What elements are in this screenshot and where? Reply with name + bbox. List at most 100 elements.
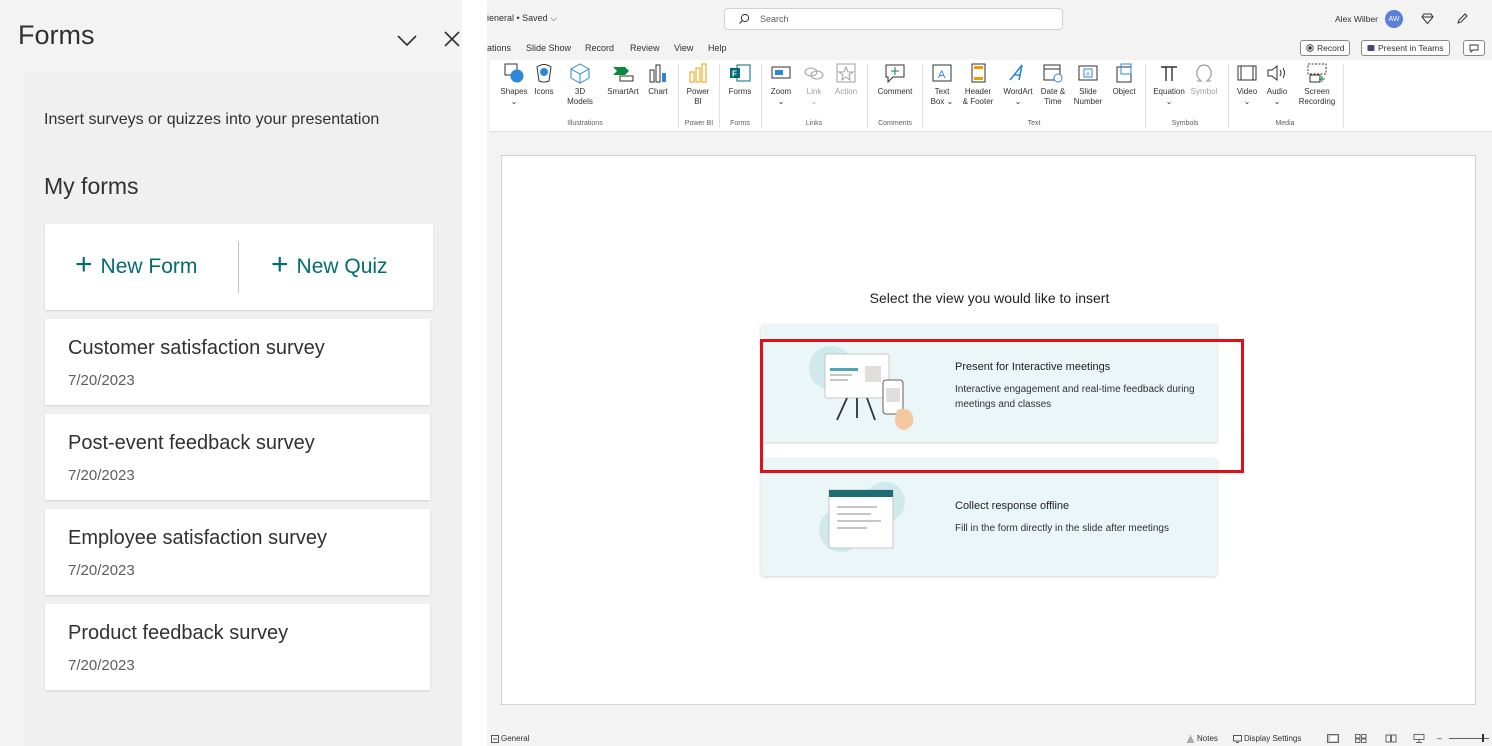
tab-help[interactable]: Help xyxy=(708,43,727,53)
slide-number-icon: # xyxy=(1078,65,1098,81)
zoom-out-icon[interactable]: – xyxy=(1437,733,1442,743)
sensitivity-text: General xyxy=(501,734,530,743)
reading-view-icon[interactable] xyxy=(1385,734,1397,743)
normal-view-icon[interactable] xyxy=(1327,734,1339,743)
collect-offline-option[interactable]: Collect response offline Fill in the for… xyxy=(761,458,1217,576)
comments-button[interactable] xyxy=(1463,40,1485,56)
ribbon: Shapes ⌄ Icons 3D Models SmartArt Chart … xyxy=(490,60,1492,132)
action-button[interactable]: Action xyxy=(830,62,862,97)
shapes-button[interactable]: Shapes ⌄ xyxy=(495,62,533,107)
comment-icon xyxy=(1469,44,1479,53)
zoom-slider-thumb[interactable] xyxy=(1482,734,1484,742)
power-bi-icon xyxy=(689,63,707,83)
record-label: Record xyxy=(1317,43,1345,53)
object-button[interactable]: Object xyxy=(1106,62,1142,97)
group-label-comments: Comments xyxy=(878,120,912,127)
slide-number-label: Slide xyxy=(1079,87,1097,96)
tab-animations[interactable]: ations xyxy=(487,43,511,53)
text-box-label-2: Box ⌄ xyxy=(930,97,954,106)
symbol-button[interactable]: Symbol xyxy=(1186,62,1222,97)
notes-button[interactable]: Notes xyxy=(1186,734,1218,743)
header-footer-button[interactable]: Header & Footer xyxy=(960,62,996,107)
group-label-links: Links xyxy=(805,120,823,127)
avatar[interactable]: AW xyxy=(1385,10,1403,28)
pen-icon[interactable] xyxy=(1456,12,1469,25)
form-card[interactable]: Employee satisfaction survey 7/20/2023 xyxy=(45,509,430,595)
diamond-icon[interactable] xyxy=(1421,12,1434,25)
power-bi-label: Power xyxy=(686,87,710,96)
forms-icon: F xyxy=(730,64,751,82)
chevron-down-icon: ⌄ xyxy=(1243,97,1251,106)
new-form-button[interactable]: + New Form xyxy=(75,224,197,310)
slide-number-label-2: Number xyxy=(1073,97,1103,106)
close-icon[interactable] xyxy=(440,27,466,53)
chevron-down-icon: ⌵ xyxy=(550,13,558,23)
group-label-power-bi: Power BI xyxy=(684,120,714,127)
zoom-label: Zoom xyxy=(770,87,792,96)
search-box[interactable]: Search xyxy=(724,8,1063,30)
tab-slide-show[interactable]: Slide Show xyxy=(526,43,571,53)
chart-button[interactable]: Chart xyxy=(644,62,672,97)
form-card[interactable]: Post-event feedback survey 7/20/2023 xyxy=(45,414,430,500)
group-separator xyxy=(922,64,923,128)
audio-button[interactable]: Audio ⌄ xyxy=(1262,62,1292,107)
present-in-teams-button[interactable]: Present in Teams xyxy=(1361,40,1450,56)
object-icon xyxy=(1116,63,1132,83)
display-settings-button[interactable]: Display Settings xyxy=(1233,734,1301,743)
forms-button[interactable]: F Forms xyxy=(722,62,758,97)
new-quiz-button[interactable]: + New Quiz xyxy=(271,224,388,310)
display-settings-label: Display Settings xyxy=(1244,734,1302,743)
chevron-down-icon[interactable] xyxy=(394,27,420,53)
text-box-button[interactable]: A Text Box ⌄ xyxy=(928,62,956,107)
screen-recording-button[interactable]: Screen Recording xyxy=(1294,62,1340,107)
link-icon xyxy=(804,67,824,80)
equation-button[interactable]: Equation ⌄ xyxy=(1149,62,1189,107)
date-time-button[interactable]: Date & Time xyxy=(1037,62,1069,107)
slide-sorter-icon[interactable] xyxy=(1355,734,1367,743)
form-date: 7/20/2023 xyxy=(68,467,135,484)
comment-button[interactable]: Comment xyxy=(874,62,916,97)
shapes-label: Shapes xyxy=(500,87,528,96)
video-button[interactable]: Video ⌄ xyxy=(1232,62,1262,107)
form-card[interactable]: Product feedback survey 7/20/2023 xyxy=(45,604,430,690)
chevron-down-icon: ⌄ xyxy=(1014,97,1022,106)
tab-record[interactable]: Record xyxy=(585,43,614,53)
zoom-button[interactable]: Zoom ⌄ xyxy=(766,62,796,107)
screen-recording-label: Screen xyxy=(1304,87,1330,96)
form-date: 7/20/2023 xyxy=(68,372,135,389)
audio-label: Audio xyxy=(1266,87,1288,96)
powerpoint-window: ieneral • Saved ⌵ Search Alex Wilber AW … xyxy=(487,0,1492,746)
power-bi-button[interactable]: Power BI xyxy=(682,62,714,107)
header-footer-label-2: & Footer xyxy=(962,97,994,106)
symbol-label: Symbol xyxy=(1190,87,1218,96)
slideshow-view-icon[interactable] xyxy=(1413,734,1425,743)
display-settings-icon xyxy=(1233,734,1242,743)
smartart-button[interactable]: SmartArt xyxy=(604,62,642,97)
user-name: Alex Wilber xyxy=(1335,14,1378,24)
form-card[interactable]: Customer satisfaction survey 7/20/2023 xyxy=(45,319,430,405)
document-title[interactable]: ieneral • Saved ⌵ xyxy=(487,13,557,24)
slide-canvas-area: Select the view you would like to insert xyxy=(487,133,1492,731)
icons-button[interactable]: Icons xyxy=(529,62,559,97)
group-separator xyxy=(1343,64,1344,128)
video-label: Video xyxy=(1236,87,1258,96)
chart-label: Chart xyxy=(648,87,668,96)
slide-number-button[interactable]: # Slide Number xyxy=(1070,62,1106,107)
chevron-down-icon: ⌄ xyxy=(1165,97,1173,106)
group-separator xyxy=(1228,64,1229,128)
wordart-label: WordArt xyxy=(1003,87,1033,96)
group-label-text: Text xyxy=(1027,120,1041,127)
search-placeholder: Search xyxy=(760,14,789,24)
link-label: Link xyxy=(806,87,822,96)
tab-view[interactable]: View xyxy=(674,43,693,53)
wordart-button[interactable]: WordArt ⌄ xyxy=(1000,62,1036,107)
sensitivity-label[interactable]: General xyxy=(491,734,529,743)
tab-review[interactable]: Review xyxy=(630,43,660,53)
link-button[interactable]: Link ⌄ xyxy=(800,62,828,107)
3d-models-button[interactable]: 3D Models xyxy=(562,62,598,107)
record-button[interactable]: Record xyxy=(1300,40,1351,56)
record-icon xyxy=(1306,44,1314,52)
equation-label: Equation xyxy=(1153,87,1185,96)
comment-label: Comment xyxy=(877,87,913,96)
pane-description: Insert surveys or quizzes into your pres… xyxy=(44,111,380,128)
